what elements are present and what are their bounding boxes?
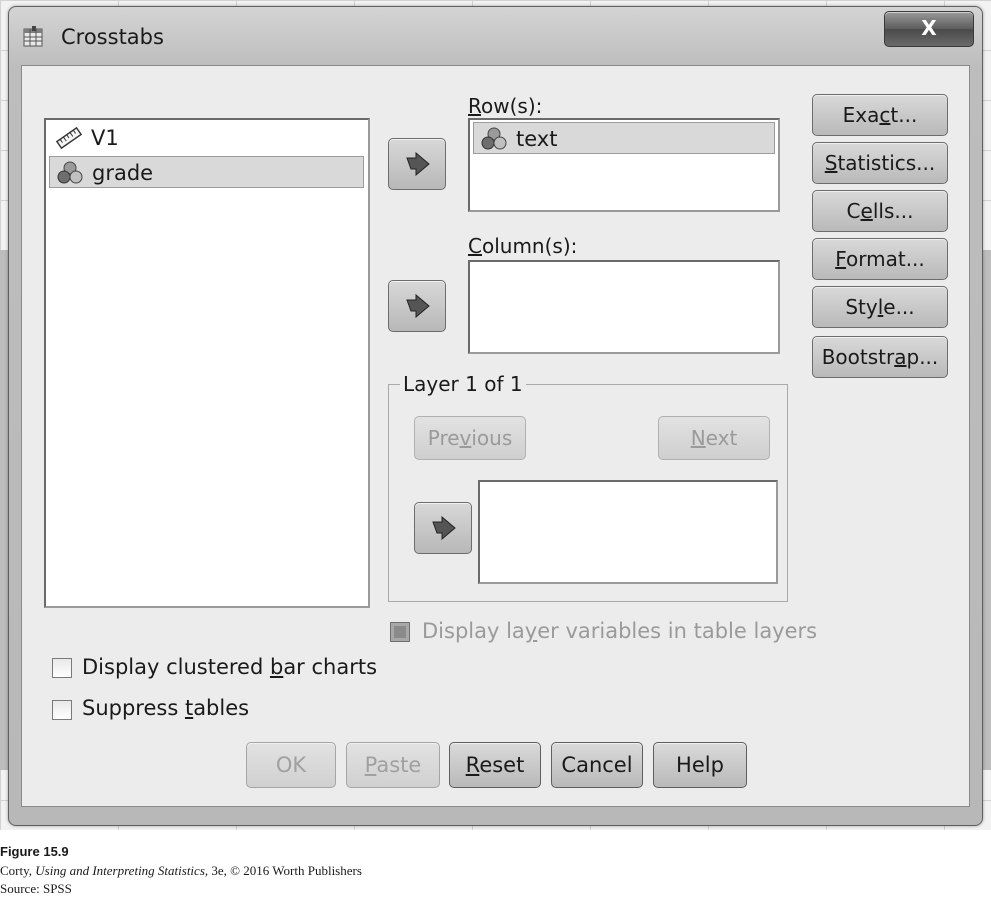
paste-button[interactable]: Paste xyxy=(346,742,440,788)
crosstabs-dialog: Crosstabs X V1 grade Row(s): text Column… xyxy=(8,6,983,826)
suppress-tables-label: Suppress tables xyxy=(82,696,250,720)
variable-item-grade[interactable]: grade xyxy=(49,156,364,188)
bootstrap-button[interactable]: Bootstrap... xyxy=(812,336,948,378)
help-button[interactable]: Help xyxy=(653,742,747,788)
clustered-bar-charts-label: Display clustered bar charts xyxy=(82,655,378,679)
close-button[interactable]: X xyxy=(884,11,974,47)
right-arrow-icon xyxy=(432,516,456,540)
display-layer-variables-checkbox[interactable] xyxy=(390,622,410,642)
cancel-button[interactable]: Cancel xyxy=(551,742,643,788)
right-arrow-icon xyxy=(406,152,430,176)
display-layer-variables-label: Display layer variables in table layers xyxy=(422,619,818,643)
move-to-rows-button[interactable] xyxy=(388,138,446,190)
source-variable-list[interactable]: V1 grade xyxy=(44,118,370,608)
next-layer-button[interactable]: Next xyxy=(658,416,770,460)
variable-name: grade xyxy=(92,161,154,185)
variable-name: V1 xyxy=(91,126,119,150)
figure-source: Source: SPSS xyxy=(0,881,72,896)
rows-list[interactable]: text xyxy=(468,118,780,212)
reset-button[interactable]: Reset xyxy=(449,742,541,788)
layer-legend: Layer 1 of 1 xyxy=(400,372,526,396)
figure-credit: Corty, Using and Interpreting Statistics… xyxy=(0,863,362,878)
ok-button[interactable]: OK xyxy=(246,742,336,788)
ruler-scale-icon xyxy=(55,126,83,150)
row-item-text[interactable]: text xyxy=(473,122,775,154)
statistics-button[interactable]: Statistics... xyxy=(812,142,948,184)
move-to-layer-button[interactable] xyxy=(414,502,472,554)
variable-item-v1[interactable]: V1 xyxy=(49,122,364,154)
exact-button[interactable]: Exact... xyxy=(812,94,948,136)
nominal-circles-icon xyxy=(57,161,83,184)
variable-name: text xyxy=(516,127,558,151)
rows-label: Row(s): xyxy=(468,94,543,118)
nominal-circles-icon xyxy=(481,127,507,150)
move-to-columns-button[interactable] xyxy=(388,280,446,332)
crosstabs-app-icon xyxy=(23,26,43,47)
right-arrow-icon xyxy=(406,294,430,318)
columns-list[interactable] xyxy=(468,260,780,354)
dialog-body: V1 grade Row(s): text Column(s): Layer 1… xyxy=(21,65,970,807)
clustered-bar-charts-checkbox[interactable] xyxy=(52,658,72,678)
columns-label: Column(s): xyxy=(468,234,578,258)
title-bar: Crosstabs X xyxy=(9,7,982,65)
format-button[interactable]: Format... xyxy=(812,238,948,280)
cells-button[interactable]: Cells... xyxy=(812,190,948,232)
suppress-tables-checkbox[interactable] xyxy=(52,700,72,720)
previous-layer-button[interactable]: Previous xyxy=(414,416,526,460)
layer-list[interactable] xyxy=(478,480,778,584)
figure-number: Figure 15.9 xyxy=(0,844,69,859)
style-button[interactable]: Style... xyxy=(812,286,948,328)
dialog-title: Crosstabs xyxy=(61,25,164,49)
